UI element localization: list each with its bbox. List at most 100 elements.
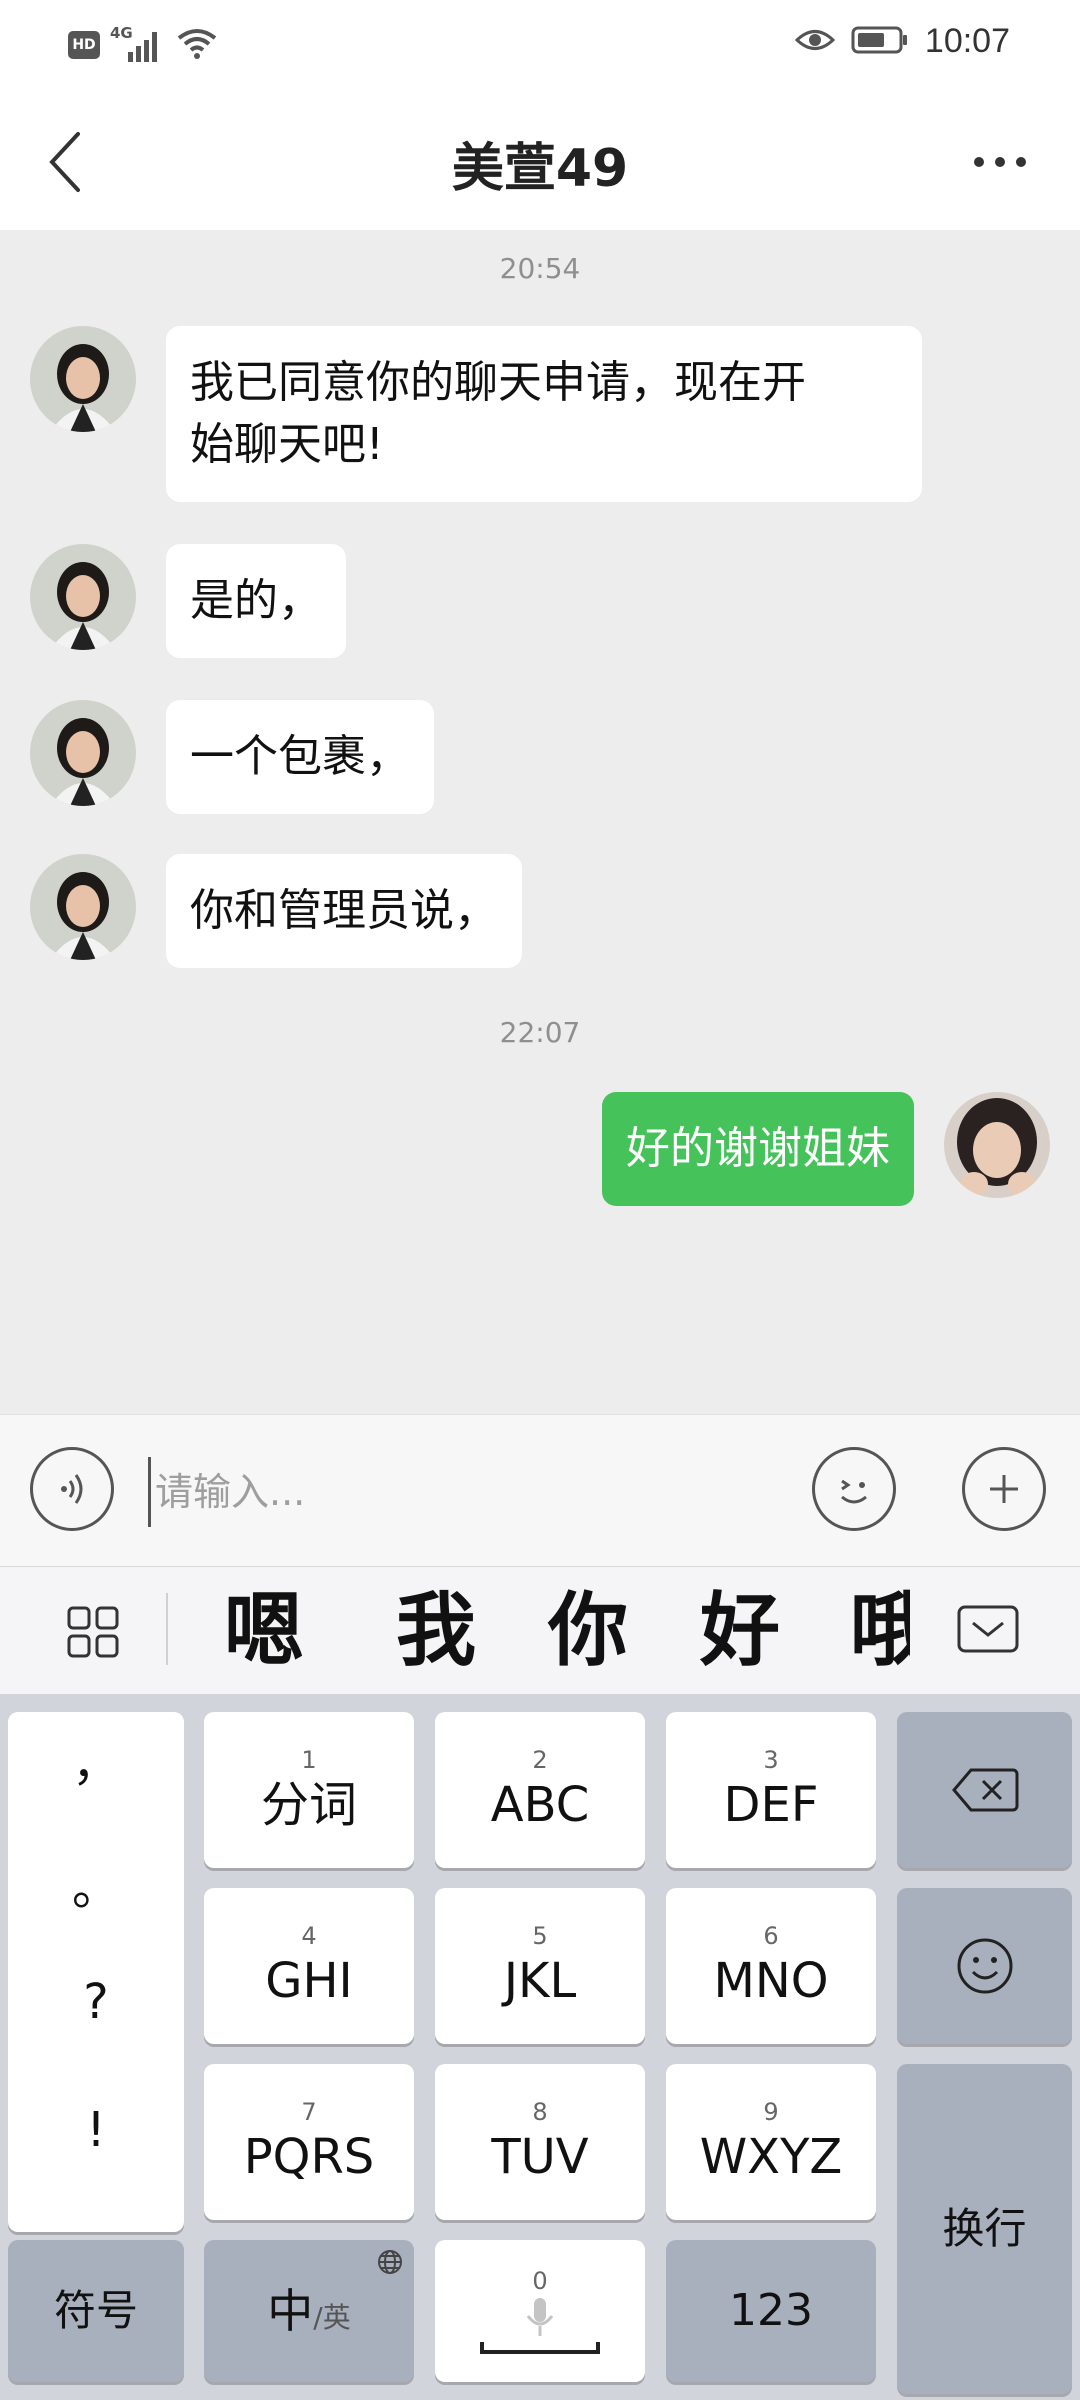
- key-number: 8: [532, 2098, 548, 2126]
- contact-avatar[interactable]: [30, 326, 136, 432]
- message-bubble[interactable]: 一个包裹，: [166, 700, 434, 814]
- contact-avatar[interactable]: [30, 544, 136, 650]
- key-8[interactable]: 8 TUV: [435, 2064, 645, 2220]
- chat-area[interactable]: 20:54 我已同意你的聊天申请，现在开 始聊天吧! 是的， 一个包裹， 你和管…: [0, 230, 1080, 1414]
- microphone-icon: [526, 2298, 554, 2336]
- key-number: 3: [763, 1746, 779, 1774]
- voice-icon: [61, 1474, 83, 1504]
- key-number: 1: [301, 1746, 317, 1774]
- input-bar: [0, 1414, 1080, 1566]
- punctuation-column[interactable]: ， 。 ? !: [8, 1712, 184, 2232]
- key-number: 0: [532, 2267, 548, 2295]
- message-bubble[interactable]: 是的，: [166, 544, 346, 658]
- chat-header: 美萱49: [0, 92, 1080, 230]
- message-text: 始聊天吧!: [190, 419, 384, 470]
- divider: [166, 1593, 168, 1665]
- backspace-icon: [951, 1768, 1018, 1812]
- symbols-key[interactable]: 符号: [8, 2240, 184, 2382]
- wifi-icon: [176, 26, 218, 64]
- page-title: 美萱49: [451, 139, 629, 199]
- message-text: 一个包裹，: [190, 731, 410, 782]
- key-9[interactable]: 9 WXYZ: [666, 2064, 876, 2220]
- my-avatar[interactable]: [944, 1092, 1050, 1198]
- space-key[interactable]: 0: [435, 2240, 645, 2382]
- key-label: ABC: [490, 1777, 590, 1833]
- more-dots-icon: [974, 157, 1026, 167]
- key-2[interactable]: 2 ABC: [435, 1712, 645, 1868]
- ime-menu-button[interactable]: [48, 1595, 138, 1669]
- candidate-word-clipped[interactable]: 哦: [850, 1583, 910, 1679]
- smiley-icon: [957, 1938, 1012, 1994]
- keyboard: ， 。 ? ! 1 分词 2 ABC 3 DEF 4 GHI 5 JKL 6 M…: [0, 1694, 1080, 2400]
- candidate-word[interactable]: 我: [396, 1583, 476, 1679]
- message-bubble[interactable]: 我已同意你的聊天申请，现在开 始聊天吧!: [166, 326, 922, 502]
- punct-period-key[interactable]: 。: [8, 1848, 184, 1918]
- smiley-icon: [841, 1479, 867, 1504]
- grid-icon: [67, 1606, 119, 1658]
- punct-exclaim-key[interactable]: !: [8, 2102, 184, 2158]
- timestamp: 20:54: [499, 252, 581, 285]
- message-text: 好的谢谢姐妹: [626, 1123, 890, 1174]
- key-5[interactable]: 5 JKL: [435, 1888, 645, 2044]
- key-number: 2: [532, 1746, 548, 1774]
- more-button[interactable]: [960, 132, 1040, 192]
- key-3[interactable]: 3 DEF: [666, 1712, 876, 1868]
- key-label: JKL: [503, 1953, 577, 2009]
- add-button[interactable]: [962, 1447, 1046, 1531]
- message-input[interactable]: [148, 1457, 788, 1527]
- numbers-key[interactable]: 123: [666, 2240, 876, 2382]
- key-label: TUV: [491, 2129, 589, 2185]
- message-text: 你和管理员说，: [190, 885, 498, 936]
- message-bubble[interactable]: 你和管理员说，: [166, 854, 522, 968]
- hd-badge: HD: [68, 31, 100, 59]
- plus-icon: [990, 1475, 1018, 1503]
- message-bubble-sent[interactable]: 好的谢谢姐妹: [602, 1092, 914, 1206]
- emoji-button[interactable]: [812, 1447, 896, 1531]
- punct-question-key[interactable]: ?: [8, 1974, 184, 2030]
- enter-key[interactable]: 换行: [897, 2064, 1072, 2394]
- key-label: GHI: [265, 1953, 353, 2009]
- globe-icon: [378, 2250, 402, 2274]
- candidate-word[interactable]: 好: [700, 1583, 780, 1679]
- message-text: 是的，: [190, 575, 322, 626]
- voice-button[interactable]: [30, 1447, 114, 1531]
- key-label: 123: [729, 2285, 813, 2336]
- key-number: 5: [532, 1922, 548, 1950]
- timestamp: 22:07: [499, 1016, 581, 1049]
- key-number: 9: [763, 2098, 779, 2126]
- key-7[interactable]: 7 PQRS: [204, 2064, 414, 2220]
- key-label: 中: [267, 2284, 314, 2338]
- language-toggle-key[interactable]: 中 /英: [204, 2240, 414, 2382]
- key-number: 4: [301, 1922, 317, 1950]
- key-label: 符号: [53, 2286, 138, 2335]
- space-bar-icon: [480, 2342, 600, 2354]
- key-number: 6: [763, 1922, 779, 1950]
- ime-candidate-bar: 嗯 我 你 好 哦: [0, 1566, 1080, 1694]
- key-label: MNO: [713, 1953, 829, 2009]
- key-sub-label: /英: [313, 2301, 351, 2334]
- status-right: 10:07: [794, 22, 1010, 61]
- signal-icon: 4G: [110, 24, 166, 62]
- status-left: HD 4G: [68, 24, 218, 64]
- collapse-keyboard-button[interactable]: [948, 1589, 1028, 1669]
- message-text: 我已同意你的聊天申请，现在开: [190, 357, 806, 408]
- clock: 10:07: [924, 22, 1010, 60]
- key-label: 分词: [260, 1777, 357, 1833]
- contact-avatar[interactable]: [30, 854, 136, 960]
- key-6[interactable]: 6 MNO: [666, 1888, 876, 2044]
- emoji-key[interactable]: [897, 1888, 1072, 2044]
- candidate-word[interactable]: 嗯: [224, 1583, 304, 1679]
- key-label: DEF: [723, 1777, 819, 1833]
- key-label: PQRS: [243, 2129, 375, 2185]
- contact-avatar[interactable]: [30, 700, 136, 806]
- punct-comma-key[interactable]: ，: [8, 1724, 184, 1794]
- key-4[interactable]: 4 GHI: [204, 1888, 414, 2044]
- key-label: WXYZ: [699, 2129, 843, 2185]
- chevron-down-icon: [957, 1605, 1019, 1653]
- key-1[interactable]: 1 分词: [204, 1712, 414, 1868]
- key-label: 换行: [942, 2204, 1027, 2253]
- candidate-word[interactable]: 你: [548, 1583, 628, 1679]
- candidate-word: 哦: [850, 1584, 910, 1677]
- backspace-key[interactable]: [897, 1712, 1072, 1868]
- eye-icon: [794, 25, 836, 59]
